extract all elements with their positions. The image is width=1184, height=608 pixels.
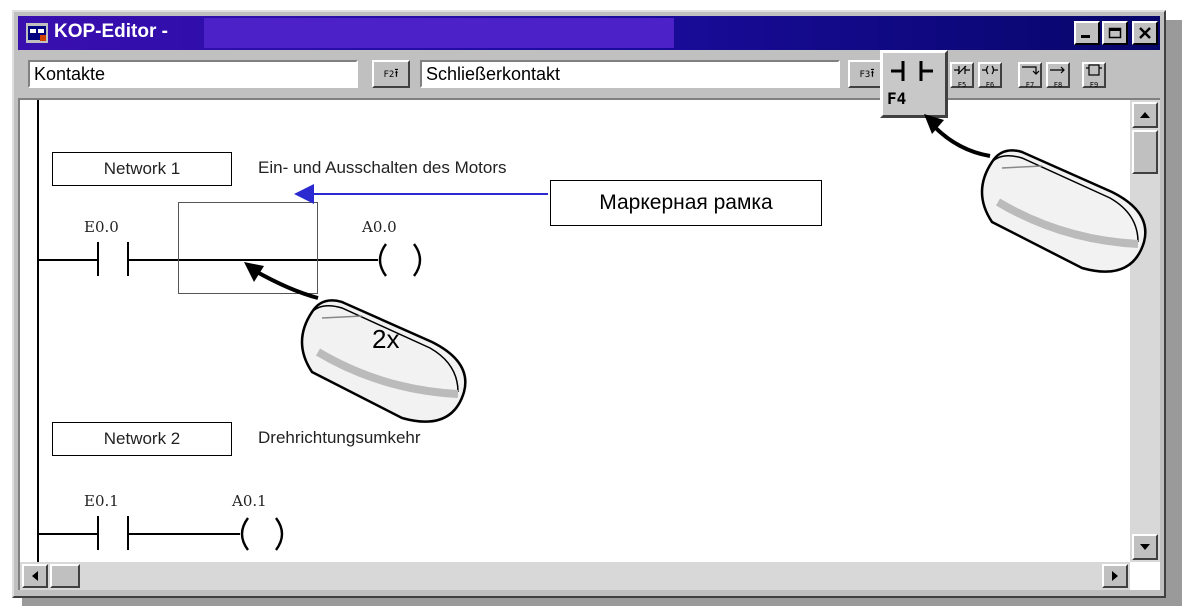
window-title: KOP-Editor - bbox=[54, 21, 168, 42]
scroll-right-button[interactable] bbox=[1102, 564, 1128, 588]
horizontal-scrollbar[interactable] bbox=[20, 562, 1130, 590]
scroll-down-button[interactable] bbox=[1132, 534, 1158, 560]
network-1-comment[interactable]: Ein- und Ausschalten des Motors bbox=[258, 158, 507, 178]
branch-open-button[interactable]: F7 bbox=[1018, 62, 1042, 89]
title-highlight bbox=[204, 18, 674, 48]
close-button[interactable] bbox=[1132, 21, 1158, 45]
minimize-icon bbox=[1081, 35, 1090, 38]
category-dropdown-button[interactable]: F2⭱ bbox=[372, 60, 410, 88]
up-arrow-icon bbox=[1140, 112, 1150, 118]
double-click-label: 2x bbox=[372, 324, 400, 354]
f7-key-label: F7 bbox=[1025, 81, 1035, 89]
branch-open-icon bbox=[1022, 66, 1040, 75]
maximize-button[interactable] bbox=[1102, 21, 1128, 45]
close-icon bbox=[1139, 27, 1151, 39]
box-icon bbox=[1086, 64, 1102, 76]
normally-open-contact-icon bbox=[891, 61, 933, 81]
toolbar: Kontakte F2⭱ Schließerkontakt F3⭱ F4 F5 … bbox=[18, 50, 1160, 118]
minimize-button[interactable] bbox=[1074, 21, 1100, 45]
marker-frame[interactable] bbox=[178, 202, 318, 294]
dropdown-arrow-icon: ⭱ bbox=[394, 66, 399, 80]
normally-open-contact-button[interactable]: F4 bbox=[880, 50, 948, 118]
down-arrow-icon bbox=[1140, 544, 1150, 550]
scroll-left-button[interactable] bbox=[22, 564, 48, 588]
coil-icon bbox=[982, 65, 998, 75]
network-2-label[interactable]: Network 2 bbox=[52, 422, 232, 456]
dropdown-arrow-icon: ⭱ bbox=[870, 66, 875, 80]
marker-frame-callout: Маркерная рамка bbox=[550, 180, 822, 226]
horizontal-scroll-thumb[interactable] bbox=[50, 564, 80, 588]
left-arrow-icon bbox=[32, 571, 38, 581]
network-2-rung bbox=[38, 516, 284, 551]
app-icon[interactable] bbox=[26, 23, 48, 43]
branch-close-icon bbox=[1050, 66, 1065, 74]
f5-key-label: F5 bbox=[957, 81, 967, 89]
coil-button[interactable]: F6 bbox=[978, 62, 1002, 89]
category-select[interactable]: Kontakte bbox=[28, 60, 358, 88]
element-value: Schließerkontakt bbox=[426, 64, 561, 84]
kop-editor-window: KOP-Editor - Kontakte F2⭱ Schließerkonta… bbox=[12, 10, 1166, 598]
right-arrow-icon bbox=[1112, 571, 1118, 581]
category-key-label: F2 bbox=[383, 70, 395, 80]
title-bar[interactable]: KOP-Editor - bbox=[18, 16, 1160, 50]
scroll-up-button[interactable] bbox=[1132, 102, 1158, 128]
box-button[interactable]: F9 bbox=[1082, 62, 1106, 89]
maximize-icon bbox=[1108, 27, 1122, 39]
normally-closed-contact-button[interactable]: F5 bbox=[950, 62, 974, 89]
category-value: Kontakte bbox=[34, 64, 106, 84]
f8-key-label: F8 bbox=[1053, 81, 1063, 89]
f4-key-label: F4 bbox=[887, 89, 907, 108]
element-key-label: F3 bbox=[859, 70, 871, 80]
network-1-label[interactable]: Network 1 bbox=[52, 152, 232, 186]
f6-key-label: F6 bbox=[985, 81, 995, 89]
scrollbar-corner bbox=[1130, 562, 1160, 590]
element-select[interactable]: Schließerkontakt bbox=[420, 60, 840, 88]
mouse-icon bbox=[300, 299, 467, 423]
normally-closed-contact-icon bbox=[954, 65, 970, 75]
f9-key-label: F9 bbox=[1089, 81, 1099, 89]
mouse-icon bbox=[980, 149, 1147, 273]
branch-close-button[interactable]: F8 bbox=[1046, 62, 1070, 89]
